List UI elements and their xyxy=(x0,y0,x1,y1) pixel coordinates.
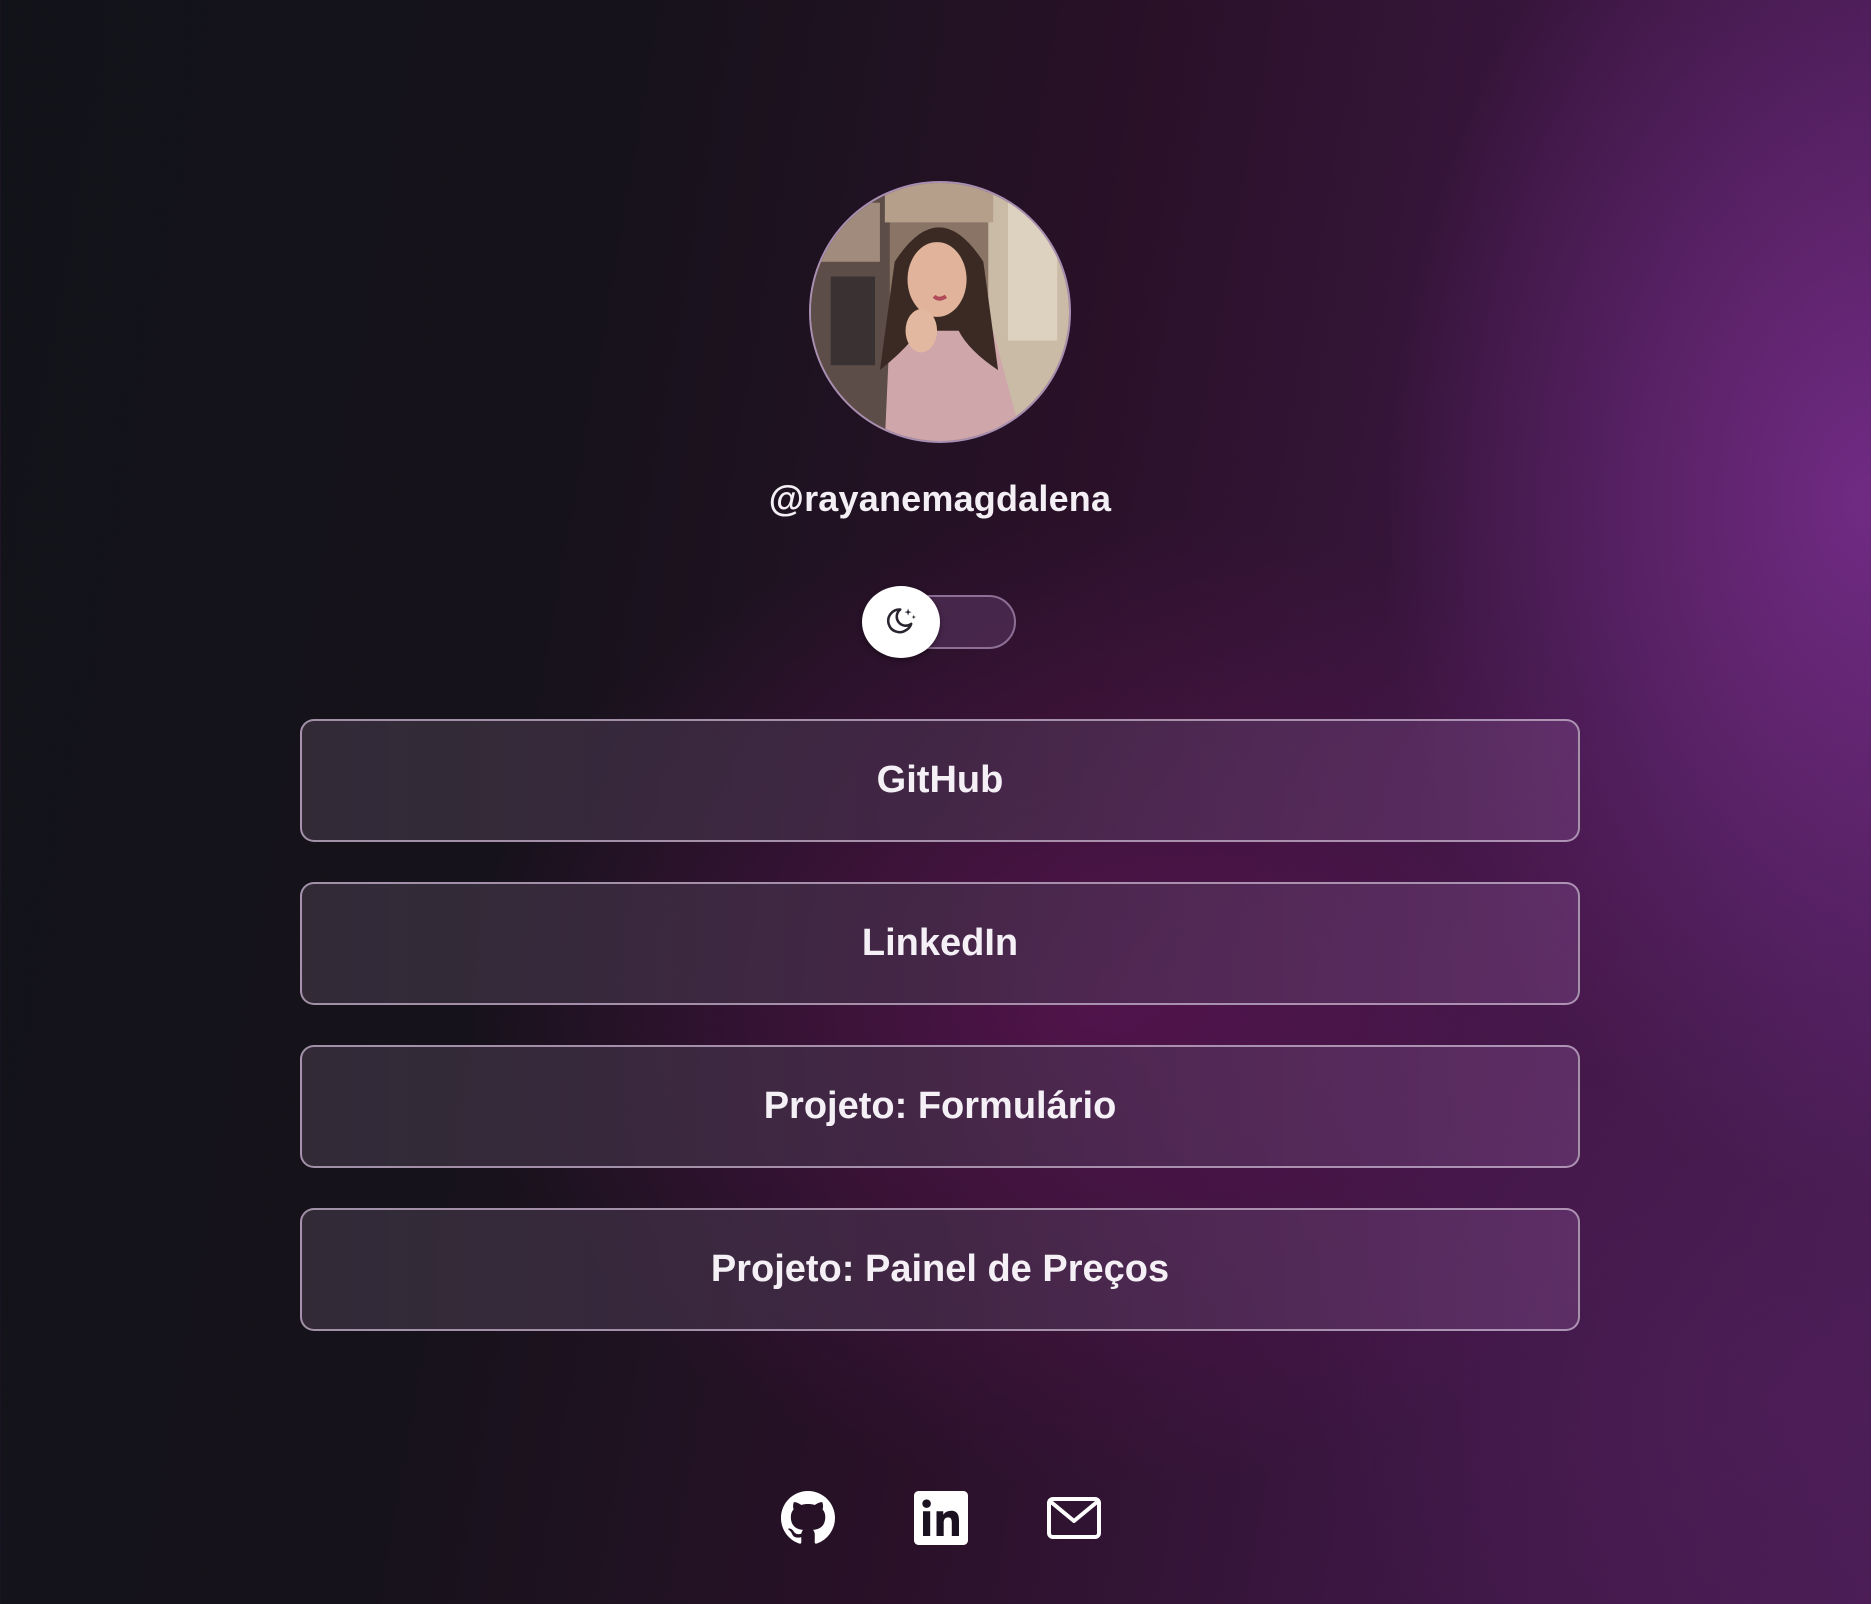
github-social-link[interactable] xyxy=(780,1490,836,1546)
moon-stars-icon xyxy=(886,608,916,634)
mail-icon xyxy=(1047,1497,1101,1539)
mail-social-link[interactable] xyxy=(1046,1490,1102,1546)
profile-avatar xyxy=(809,181,1071,443)
linkedin-social-link[interactable] xyxy=(913,1490,969,1546)
linkedin-link-button[interactable]: LinkedIn xyxy=(300,882,1580,1005)
profile-photo xyxy=(811,183,1069,441)
github-link-button[interactable]: GitHub xyxy=(300,719,1580,842)
linkedin-icon xyxy=(914,1491,968,1545)
link-list: GitHub LinkedIn Projeto: Formulário Proj… xyxy=(300,719,1580,1371)
github-icon xyxy=(781,1491,835,1544)
projeto-painel-de-precos-link-button[interactable]: Projeto: Painel de Preços xyxy=(300,1208,1580,1331)
projeto-formulario-link-button[interactable]: Projeto: Formulário xyxy=(300,1045,1580,1168)
theme-toggle-knob[interactable] xyxy=(862,586,940,658)
username: @rayanemagdalena xyxy=(768,478,1112,519)
social-icons xyxy=(780,1490,1110,1546)
